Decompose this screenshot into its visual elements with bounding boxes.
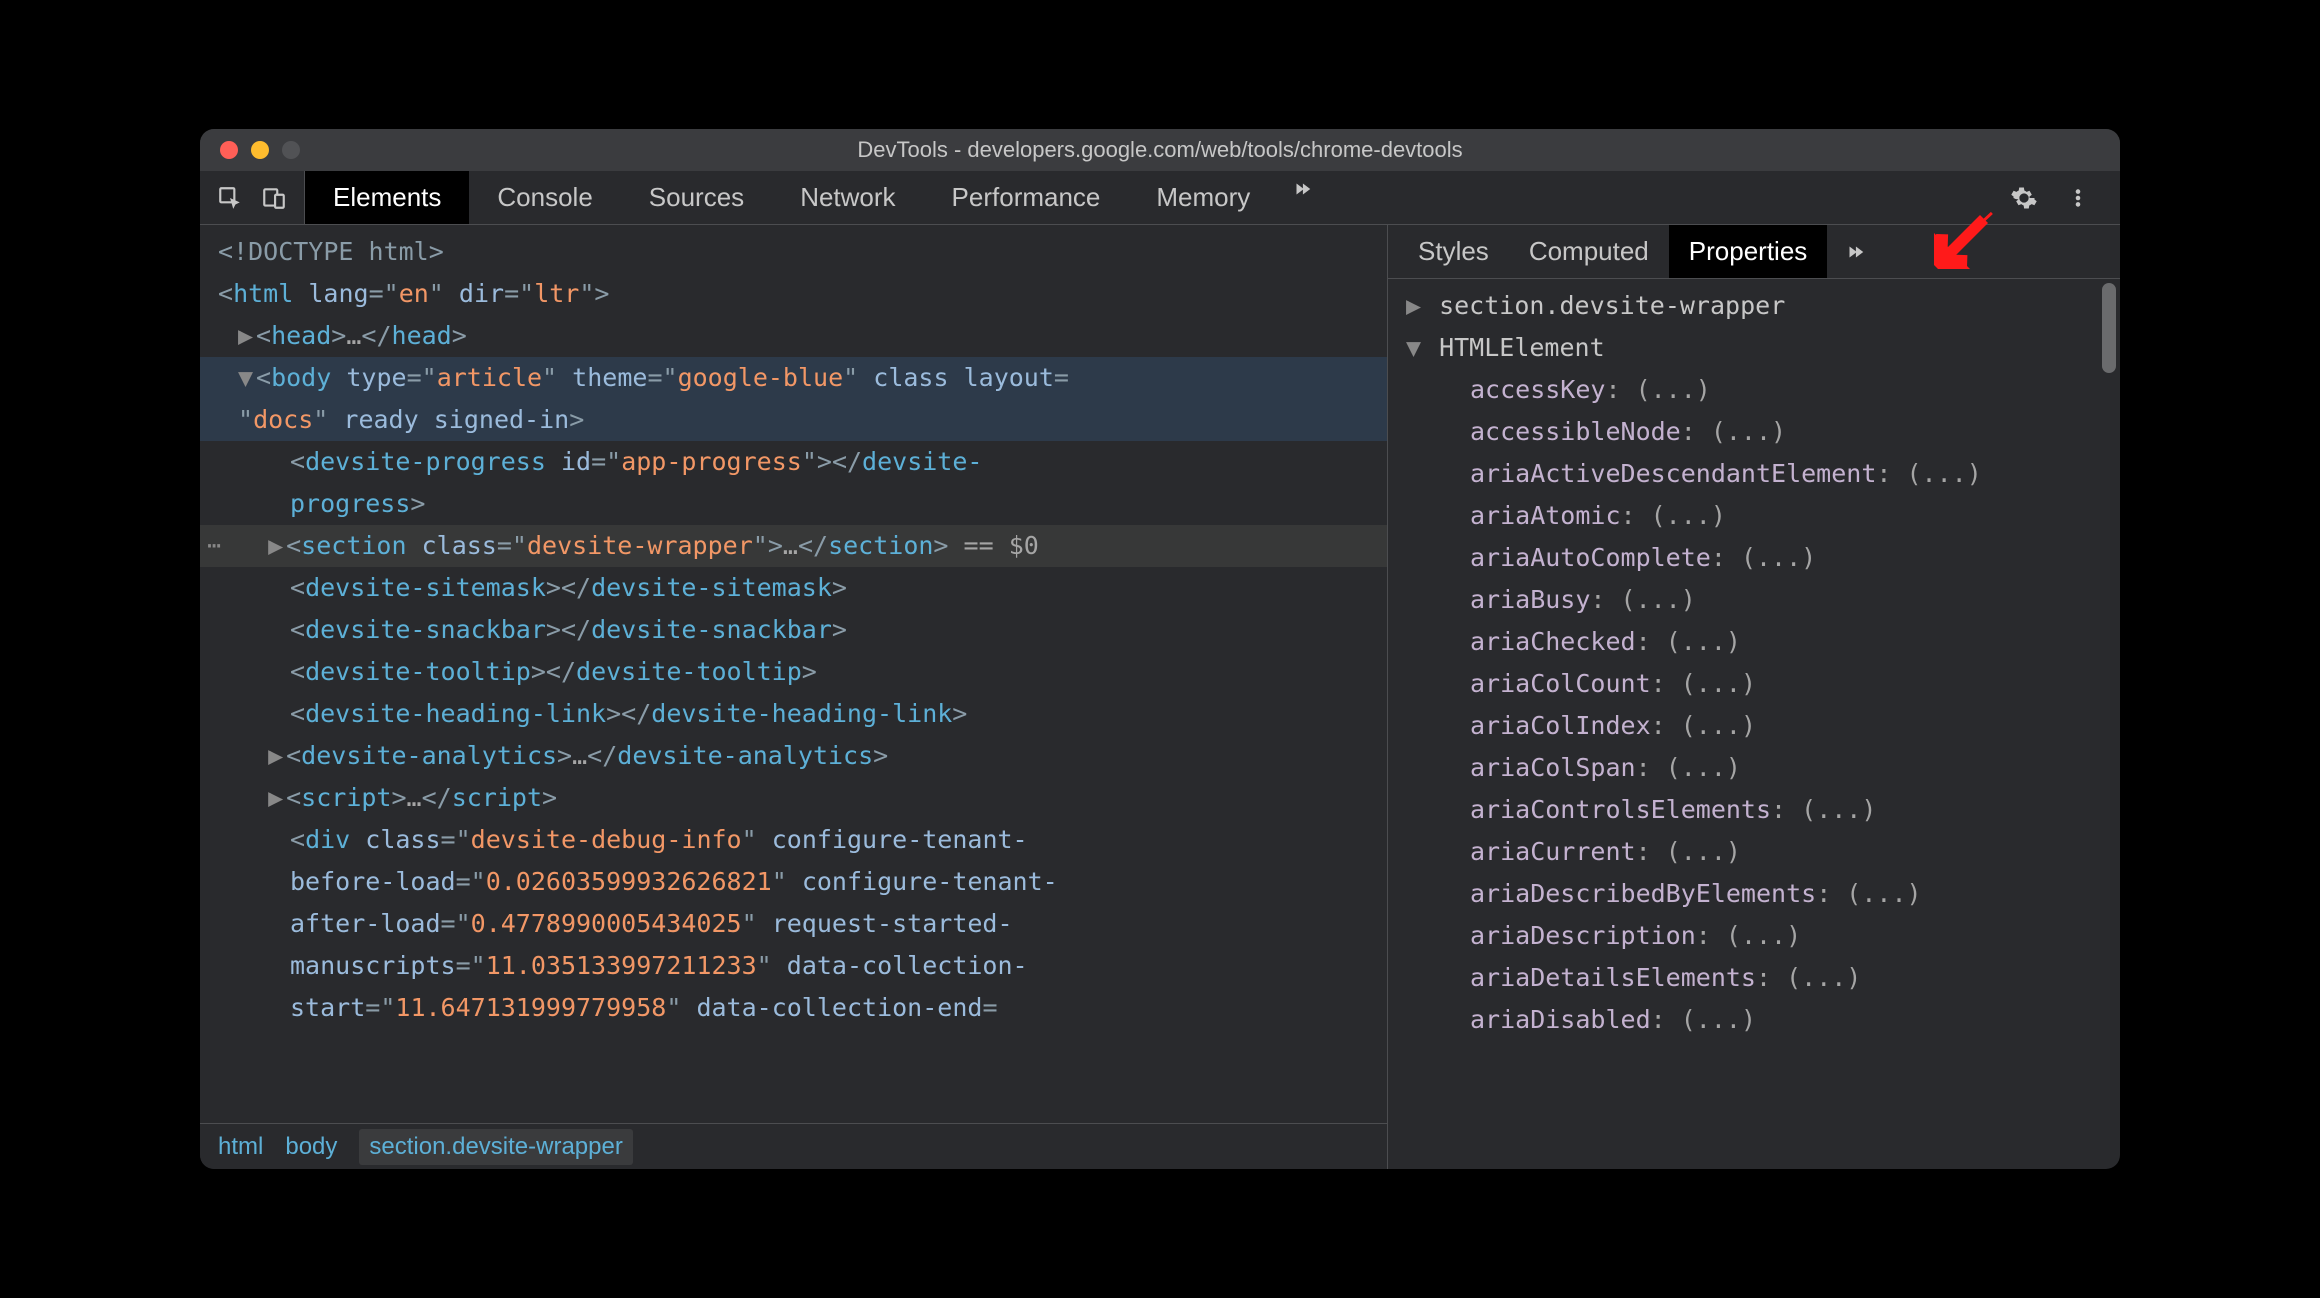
devtools-window: DevTools - developers.google.com/web/too…	[200, 129, 2120, 1169]
sidebar-pane: Styles Computed Properties ▶ section.dev…	[1388, 225, 2120, 1169]
scrollbar[interactable]	[2100, 279, 2118, 1169]
prop-section-header[interactable]: ▶ section.devsite-wrapper	[1388, 285, 2120, 327]
tab-console[interactable]: Console	[469, 171, 620, 224]
prop-item[interactable]: ariaColIndex: (...)	[1388, 705, 2120, 747]
prop-item[interactable]: ariaDisabled: (...)	[1388, 999, 2120, 1041]
traffic-lights	[200, 141, 300, 159]
main-tabs: Elements Console Sources Network Perform…	[305, 171, 1320, 224]
toolbar-right-group	[2006, 180, 2108, 216]
prop-item[interactable]: ariaDetailsElements: (...)	[1388, 957, 2120, 999]
tab-elements[interactable]: Elements	[305, 171, 469, 224]
dom-debug-div-2[interactable]: before-load="0.02603599932626821" config…	[200, 861, 1387, 903]
main-toolbar: Elements Console Sources Network Perform…	[200, 171, 2120, 225]
dom-script[interactable]: ▶<script>…</script>	[200, 777, 1387, 819]
titlebar: DevTools - developers.google.com/web/too…	[200, 129, 2120, 171]
breadcrumbs: html body section.devsite-wrapper	[200, 1123, 1387, 1169]
prop-htmlelement-header[interactable]: ▼ HTMLElement	[1388, 327, 2120, 369]
prop-item[interactable]: ariaControlsElements: (...)	[1388, 789, 2120, 831]
kebab-menu-icon[interactable]	[2060, 180, 2096, 216]
prop-item[interactable]: ariaBusy: (...)	[1388, 579, 2120, 621]
prop-item[interactable]: accessKey: (...)	[1388, 369, 2120, 411]
dom-heading-link[interactable]: <devsite-heading-link></devsite-heading-…	[200, 693, 1387, 735]
settings-icon[interactable]	[2006, 180, 2042, 216]
dom-snackbar[interactable]: <devsite-snackbar></devsite-snackbar>	[200, 609, 1387, 651]
properties-list: accessKey: (...)accessibleNode: (...)ari…	[1388, 369, 2120, 1041]
elements-pane: <!DOCTYPE html> <html lang="en" dir="ltr…	[200, 225, 1388, 1169]
dom-doctype[interactable]: <!DOCTYPE html>	[200, 231, 1387, 273]
dom-html-open[interactable]: <html lang="en" dir="ltr">	[200, 273, 1387, 315]
dom-debug-div-4[interactable]: manuscripts="11.035133997211233" data-co…	[200, 945, 1387, 987]
prop-item[interactable]: ariaColSpan: (...)	[1388, 747, 2120, 789]
prop-item[interactable]: ariaDescribedByElements: (...)	[1388, 873, 2120, 915]
more-side-tabs-icon[interactable]	[1837, 234, 1873, 270]
dom-head[interactable]: ▶<head>…</head>	[200, 315, 1387, 357]
tab-styles[interactable]: Styles	[1398, 225, 1509, 278]
prop-item[interactable]: ariaCurrent: (...)	[1388, 831, 2120, 873]
prop-item[interactable]: accessibleNode: (...)	[1388, 411, 2120, 453]
scrollbar-thumb[interactable]	[2102, 283, 2116, 373]
dom-sitemask[interactable]: <devsite-sitemask></devsite-sitemask>	[200, 567, 1387, 609]
tab-sources[interactable]: Sources	[621, 171, 772, 224]
prop-item[interactable]: ariaDescription: (...)	[1388, 915, 2120, 957]
prop-item[interactable]: ariaActiveDescendantElement: (...)	[1388, 453, 2120, 495]
more-tabs-icon[interactable]	[1284, 171, 1320, 207]
annotation-arrow-icon	[1930, 203, 2000, 278]
close-window-button[interactable]	[220, 141, 238, 159]
dom-analytics[interactable]: ▶<devsite-analytics>…</devsite-analytics…	[200, 735, 1387, 777]
tab-computed[interactable]: Computed	[1509, 225, 1669, 278]
dom-tooltip[interactable]: <devsite-tooltip></devsite-tooltip>	[200, 651, 1387, 693]
tab-network[interactable]: Network	[772, 171, 923, 224]
content-area: <!DOCTYPE html> <html lang="en" dir="ltr…	[200, 225, 2120, 1169]
dom-debug-div-1[interactable]: <div class="devsite-debug-info" configur…	[200, 819, 1387, 861]
device-toolbar-icon[interactable]	[256, 180, 292, 216]
minimize-window-button[interactable]	[251, 141, 269, 159]
crumb-body[interactable]: body	[285, 1133, 337, 1161]
window-title: DevTools - developers.google.com/web/too…	[857, 137, 1462, 163]
properties-panel[interactable]: ▶ section.devsite-wrapper ▼ HTMLElement …	[1388, 279, 2120, 1169]
dom-tree[interactable]: <!DOCTYPE html> <html lang="en" dir="ltr…	[200, 225, 1387, 1123]
dom-body-open-cont[interactable]: "docs" ready signed-in>	[200, 399, 1387, 441]
sidebar-tabs: Styles Computed Properties	[1388, 225, 2120, 279]
dom-debug-div-5[interactable]: start="11.647131999779958" data-collecti…	[200, 987, 1387, 1029]
dom-body-open[interactable]: ▼<body type="article" theme="google-blue…	[200, 357, 1387, 399]
crumb-html[interactable]: html	[218, 1133, 263, 1161]
dom-debug-div-3[interactable]: after-load="0.4778990005434025" request-…	[200, 903, 1387, 945]
tab-memory[interactable]: Memory	[1128, 171, 1278, 224]
prop-item[interactable]: ariaAutoComplete: (...)	[1388, 537, 2120, 579]
prop-item[interactable]: ariaChecked: (...)	[1388, 621, 2120, 663]
prop-item[interactable]: ariaColCount: (...)	[1388, 663, 2120, 705]
maximize-window-button[interactable]	[282, 141, 300, 159]
tab-properties[interactable]: Properties	[1669, 225, 1828, 278]
crumb-section[interactable]: section.devsite-wrapper	[359, 1129, 632, 1165]
dom-devsite-progress[interactable]: <devsite-progress id="app-progress"></de…	[200, 441, 1387, 483]
dom-devsite-progress-cont[interactable]: progress>	[200, 483, 1387, 525]
dom-section-selected[interactable]: ⋯ ▶<section class="devsite-wrapper">…</s…	[200, 525, 1387, 567]
prop-item[interactable]: ariaAtomic: (...)	[1388, 495, 2120, 537]
toolbar-left-group	[212, 171, 305, 224]
tab-performance[interactable]: Performance	[924, 171, 1129, 224]
inspect-element-icon[interactable]	[212, 180, 248, 216]
